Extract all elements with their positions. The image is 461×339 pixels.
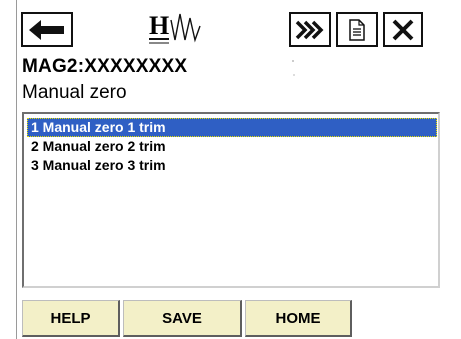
fast-forward-icon [295, 20, 324, 39]
artifact-dot [293, 74, 295, 76]
menu-title: Manual zero [22, 82, 127, 103]
menu-list: 1 Manual zero 1 trim 2 Manual zero 2 tri… [22, 112, 440, 288]
fast-forward-button[interactable] [289, 12, 331, 47]
hart-logo-letter: H [149, 11, 169, 40]
list-item-manual-zero-1-trim[interactable]: 1 Manual zero 1 trim [27, 118, 437, 137]
hart-logo-icon: H [149, 11, 201, 44]
help-button[interactable]: HELP [22, 300, 120, 337]
save-button[interactable]: SAVE [123, 300, 242, 337]
document-icon [349, 18, 365, 41]
close-icon [392, 19, 414, 40]
artifact-dot [292, 60, 294, 62]
back-button[interactable] [21, 12, 73, 47]
left-border [16, 0, 17, 339]
home-button[interactable]: HOME [245, 300, 352, 337]
arrow-left-icon [29, 19, 64, 40]
close-button[interactable] [383, 12, 423, 47]
document-button[interactable] [336, 12, 378, 47]
device-tag: MAG2:XXXXXXXX [22, 56, 188, 77]
list-item-manual-zero-3-trim[interactable]: 3 Manual zero 3 trim [27, 156, 437, 175]
list-item-manual-zero-2-trim[interactable]: 2 Manual zero 2 trim [27, 137, 437, 156]
